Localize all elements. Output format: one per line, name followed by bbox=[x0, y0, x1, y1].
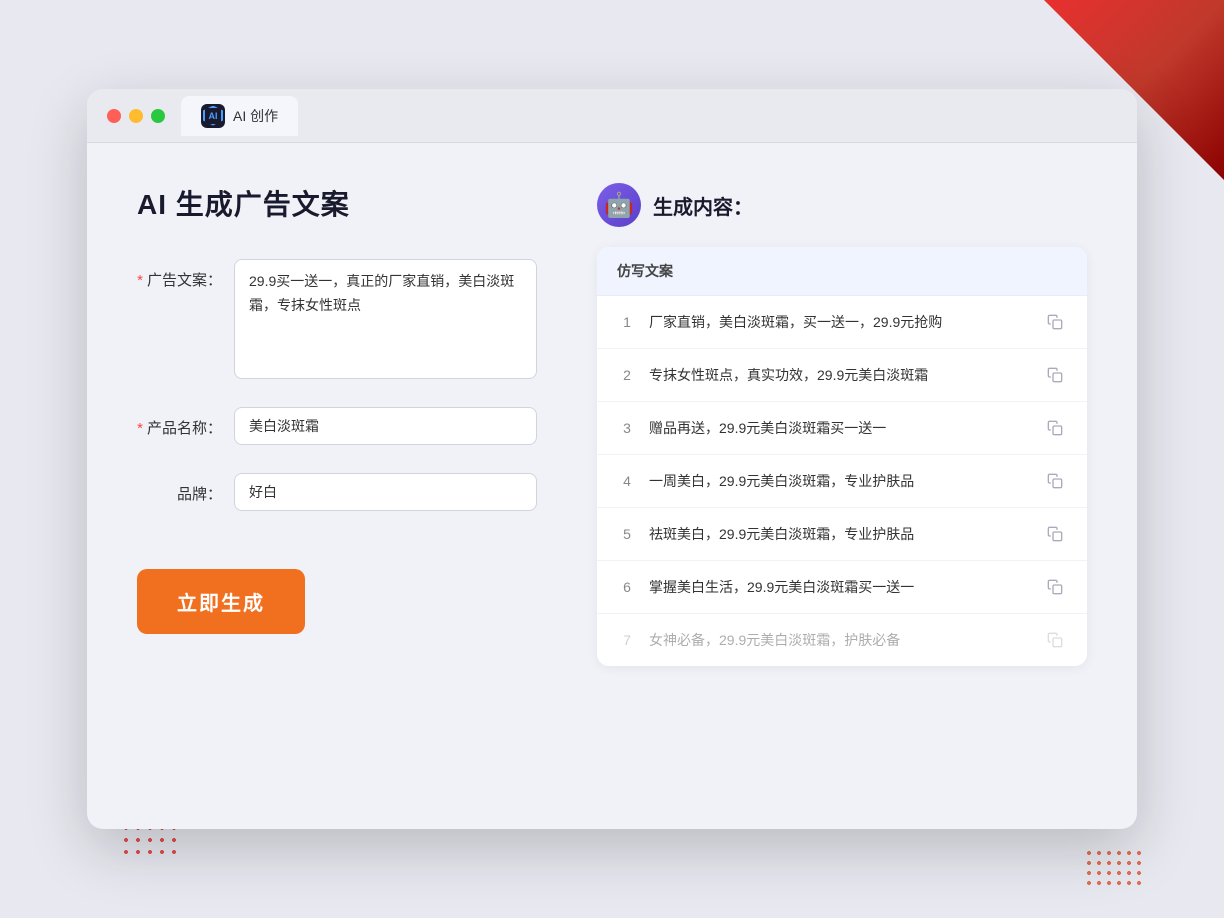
robot-icon bbox=[597, 183, 641, 227]
table-row: 6 掌握美白生活，29.9元美白淡斑霜买一送一 bbox=[597, 561, 1087, 614]
row-number: 4 bbox=[617, 473, 637, 489]
table-row: 3 赠品再送，29.9元美白淡斑霜买一送一 bbox=[597, 402, 1087, 455]
row-number: 6 bbox=[617, 579, 637, 595]
form-group-brand: 品牌： bbox=[137, 473, 537, 511]
copy-icon[interactable] bbox=[1043, 363, 1067, 387]
browser-window: AI AI 创作 AI 生成广告文案 广告文案： 产品名称： 品牌： bbox=[87, 89, 1137, 829]
row-text: 掌握美白生活，29.9元美白淡斑霜买一送一 bbox=[649, 577, 1031, 598]
ad-copy-label: 广告文案： bbox=[137, 259, 222, 290]
ad-copy-input[interactable] bbox=[234, 259, 537, 379]
result-table: 仿写文案 1 厂家直销，美白淡斑霜，买一送一，29.9元抢购 2 专抹女性斑点，真实… bbox=[597, 247, 1087, 666]
result-title: 生成内容： bbox=[653, 191, 753, 220]
minimize-button[interactable] bbox=[129, 109, 143, 123]
row-number: 2 bbox=[617, 367, 637, 383]
row-number: 1 bbox=[617, 314, 637, 330]
page-title: AI 生成广告文案 bbox=[137, 183, 537, 223]
row-number: 5 bbox=[617, 526, 637, 542]
table-header: 仿写文案 bbox=[597, 247, 1087, 296]
form-group-ad-copy: 广告文案： bbox=[137, 259, 537, 379]
table-row: 5 祛斑美白，29.9元美白淡斑霜，专业护肤品 bbox=[597, 508, 1087, 561]
copy-icon[interactable] bbox=[1043, 469, 1067, 493]
browser-tab[interactable]: AI AI 创作 bbox=[181, 96, 298, 136]
brand-input[interactable] bbox=[234, 473, 537, 511]
copy-icon[interactable] bbox=[1043, 575, 1067, 599]
right-panel: 生成内容： 仿写文案 1 厂家直销，美白淡斑霜，买一送一，29.9元抢购 2 专抹女… bbox=[597, 183, 1087, 783]
table-row: 7 女神必备，29.9元美白淡斑霜，护肤必备 bbox=[597, 614, 1087, 666]
row-text: 女神必备，29.9元美白淡斑霜，护肤必备 bbox=[649, 630, 1031, 651]
bg-dots-orange bbox=[1084, 848, 1144, 888]
copy-icon[interactable] bbox=[1043, 628, 1067, 652]
close-button[interactable] bbox=[107, 109, 121, 123]
copy-icon[interactable] bbox=[1043, 522, 1067, 546]
row-number: 7 bbox=[617, 632, 637, 648]
product-name-label: 产品名称： bbox=[137, 407, 222, 438]
ai-logo-icon: AI bbox=[201, 104, 225, 128]
maximize-button[interactable] bbox=[151, 109, 165, 123]
generate-button[interactable]: 立即生成 bbox=[137, 569, 305, 634]
table-row: 1 厂家直销，美白淡斑霜，买一送一，29.9元抢购 bbox=[597, 296, 1087, 349]
form-group-product-name: 产品名称： bbox=[137, 407, 537, 445]
row-number: 3 bbox=[617, 420, 637, 436]
left-panel: AI 生成广告文案 广告文案： 产品名称： 品牌： 立即生成 bbox=[137, 183, 537, 783]
row-text: 专抹女性斑点，真实功效，29.9元美白淡斑霜 bbox=[649, 365, 1031, 386]
brand-label: 品牌： bbox=[137, 473, 222, 504]
row-text: 厂家直销，美白淡斑霜，买一送一，29.9元抢购 bbox=[649, 312, 1031, 333]
row-text: 赠品再送，29.9元美白淡斑霜买一送一 bbox=[649, 418, 1031, 439]
table-row: 4 一周美白，29.9元美白淡斑霜，专业护肤品 bbox=[597, 455, 1087, 508]
result-rows-container: 1 厂家直销，美白淡斑霜，买一送一，29.9元抢购 2 专抹女性斑点，真实功效，29… bbox=[597, 296, 1087, 666]
table-row: 2 专抹女性斑点，真实功效，29.9元美白淡斑霜 bbox=[597, 349, 1087, 402]
row-text: 祛斑美白，29.9元美白淡斑霜，专业护肤品 bbox=[649, 524, 1031, 545]
copy-icon[interactable] bbox=[1043, 310, 1067, 334]
result-header: 生成内容： bbox=[597, 183, 1087, 227]
traffic-lights bbox=[107, 109, 165, 123]
main-content: AI 生成广告文案 广告文案： 产品名称： 品牌： 立即生成 bbox=[87, 143, 1137, 823]
tab-label: AI 创作 bbox=[233, 106, 278, 126]
row-text: 一周美白，29.9元美白淡斑霜，专业护肤品 bbox=[649, 471, 1031, 492]
title-bar: AI AI 创作 bbox=[87, 89, 1137, 143]
copy-icon[interactable] bbox=[1043, 416, 1067, 440]
product-name-input[interactable] bbox=[234, 407, 537, 445]
